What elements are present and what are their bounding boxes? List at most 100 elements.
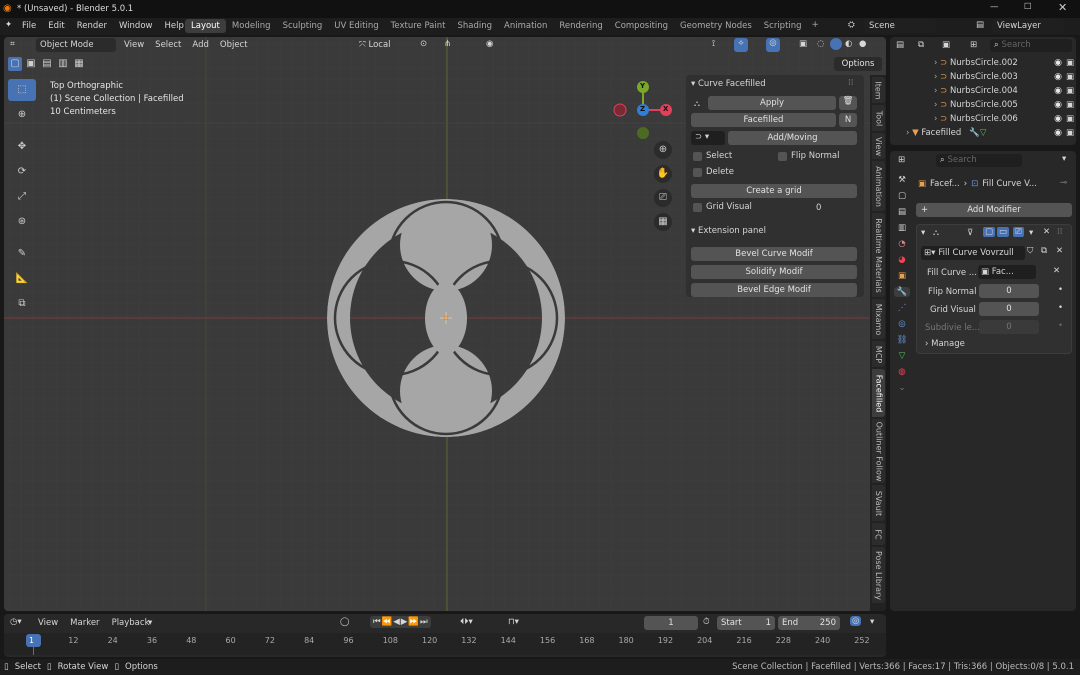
view-layer-tab-icon[interactable]: ▥ bbox=[898, 223, 906, 233]
output-tab-icon[interactable]: ▤ bbox=[898, 207, 906, 217]
close-icon[interactable]: ✕ bbox=[1058, 1, 1067, 14]
visibility-icon[interactable]: ◉ bbox=[1054, 128, 1062, 138]
blender-menu-icon[interactable]: ✦ bbox=[5, 20, 12, 30]
transform-icon[interactable]: ⊛ bbox=[8, 211, 36, 233]
delete-check-box[interactable] bbox=[693, 167, 702, 177]
viewport-3d[interactable]: ⌗ Object Mode View Select Add Object ⤧ L… bbox=[4, 37, 886, 611]
tab-realtime-materials[interactable]: Realtime Materials bbox=[872, 213, 885, 297]
vp-menu-select[interactable]: Select bbox=[155, 40, 181, 50]
visibility-icon[interactable]: ◉ bbox=[1054, 114, 1062, 124]
curve-type-select[interactable]: ⊃ ▾ bbox=[691, 131, 725, 145]
play-icon[interactable]: ▶ bbox=[401, 617, 408, 627]
current-frame-field[interactable]: 1 bbox=[644, 616, 698, 630]
gizmo-toggle-icon[interactable]: ⟟ bbox=[712, 39, 715, 49]
outliner-item[interactable]: › ⊃ NurbsCircle.003 ◉ ▣ bbox=[934, 72, 1074, 82]
shortcut-key[interactable]: N bbox=[839, 113, 857, 127]
tab-layout[interactable]: Layout bbox=[185, 19, 226, 33]
timeline-overlay-icon[interactable]: ◎ bbox=[850, 616, 862, 626]
add-workspace-icon[interactable]: + bbox=[808, 19, 823, 33]
pan-hand-icon[interactable]: ✋ bbox=[654, 165, 672, 183]
render-icon[interactable]: ▣ bbox=[1066, 114, 1074, 124]
vp-menu-object[interactable]: Object bbox=[220, 40, 248, 50]
tab-rendering[interactable]: Rendering bbox=[553, 19, 608, 33]
visibility-icon[interactable]: ◉ bbox=[1054, 86, 1062, 96]
modifier-drag-icon[interactable]: ⁞⁞ bbox=[1057, 227, 1062, 237]
fake-user-icon[interactable]: ⛉ bbox=[1027, 246, 1033, 256]
tab-tool[interactable]: Tool bbox=[872, 105, 885, 131]
outliner-mode-icon[interactable]: ⊞ bbox=[970, 40, 977, 50]
camera-icon[interactable]: ⎚ bbox=[654, 189, 672, 207]
flip-normal-check-box[interactable] bbox=[778, 151, 787, 161]
minimize-icon[interactable]: — bbox=[990, 2, 999, 12]
shading-wire-icon[interactable]: ◌ bbox=[817, 39, 824, 49]
tab-svault[interactable]: SVault bbox=[872, 485, 885, 521]
scene-field[interactable]: Scene bbox=[864, 19, 936, 33]
editor-type-icon[interactable]: ⌗ bbox=[10, 39, 15, 49]
node-group-field[interactable]: ⊞▾ Fill Curve Vovrzull bbox=[921, 246, 1025, 260]
tab-animation-side[interactable]: Animation bbox=[872, 161, 885, 211]
play-reverse-icon[interactable]: ◀ bbox=[393, 617, 400, 627]
tool-tab-icon[interactable]: ⚒ bbox=[898, 175, 906, 185]
outliner-filter-icon[interactable]: ⧉ bbox=[918, 40, 924, 50]
unlink-icon[interactable]: ✕ bbox=[1056, 246, 1063, 256]
apply-button[interactable]: Apply bbox=[708, 96, 836, 110]
delete-checkbox[interactable]: Delete bbox=[693, 167, 734, 177]
vp-menu-view[interactable]: View bbox=[124, 40, 144, 50]
move-icon[interactable]: ✥ bbox=[8, 136, 36, 158]
subdivide-keyframe-icon[interactable]: • bbox=[1058, 321, 1063, 331]
flip-normal-keyframe-icon[interactable]: • bbox=[1058, 285, 1063, 295]
render-icon[interactable]: ▣ bbox=[1066, 72, 1074, 82]
select-checkbox[interactable]: Select bbox=[693, 151, 732, 161]
modifier-delete-icon[interactable]: ✕ bbox=[1043, 227, 1050, 237]
select-subtract-icon[interactable]: ▤ bbox=[40, 57, 54, 71]
particles-tab-icon[interactable]: ⋰ bbox=[898, 303, 907, 313]
cage-toggle-icon[interactable]: ▢ bbox=[983, 227, 996, 237]
tab-outliner-follow[interactable]: Outliner Follow bbox=[872, 419, 885, 483]
select-extend-icon[interactable]: ▣ bbox=[24, 57, 38, 71]
edit-mode-toggle-icon[interactable]: ⊽ bbox=[967, 228, 973, 238]
proportional-icon[interactable]: ◉ bbox=[486, 39, 493, 49]
outliner-item[interactable]: › ⊃ NurbsCircle.006 ◉ ▣ bbox=[934, 114, 1074, 124]
overlays-icon[interactable]: ◎ bbox=[766, 38, 780, 52]
tab-mixamo[interactable]: Mixamo bbox=[872, 299, 885, 339]
select-new-icon[interactable]: ▢ bbox=[8, 57, 22, 71]
tab-pose-library[interactable]: Pose Library bbox=[872, 547, 885, 603]
select-intersect-icon[interactable]: ▦ bbox=[72, 57, 86, 71]
tab-compositing[interactable]: Compositing bbox=[609, 19, 674, 33]
keyframe-nav-icon[interactable]: ⏴⏵▾ bbox=[460, 617, 473, 627]
modifier-menu-icon[interactable]: ▾ bbox=[1029, 228, 1033, 238]
overlay-toggle-icon[interactable]: ⟡ bbox=[734, 38, 748, 52]
bevel-edge-button[interactable]: Bevel Edge Modif bbox=[691, 283, 857, 297]
grid-visual-keyframe-icon[interactable]: • bbox=[1058, 303, 1063, 313]
modifier-tab-icon[interactable]: 🔧 bbox=[893, 287, 911, 297]
flip-normal-field[interactable]: 0 bbox=[979, 284, 1039, 298]
visibility-icon[interactable]: ◉ bbox=[1054, 72, 1062, 82]
grid-visual-checkbox[interactable]: Grid Visual bbox=[693, 202, 752, 212]
tl-menu-playback[interactable]: Playback bbox=[112, 618, 150, 628]
xray-icon[interactable]: ▣ bbox=[799, 39, 807, 49]
outliner-item-facefilled[interactable]: › ▼ Facefilled 🔧 ▽ ◉ ▣ bbox=[906, 128, 1074, 138]
menu-render[interactable]: Render bbox=[77, 21, 107, 31]
menu-window[interactable]: Window bbox=[119, 21, 153, 31]
more-tabs-icon[interactable]: ⌄ bbox=[898, 383, 905, 393]
tab-modeling[interactable]: Modeling bbox=[226, 19, 277, 33]
select-invert-icon[interactable]: ▥ bbox=[56, 57, 70, 71]
render-icon[interactable]: ▣ bbox=[1066, 100, 1074, 110]
pin-icon[interactable]: ⊸ bbox=[1060, 178, 1067, 188]
measure-icon[interactable]: 📐 bbox=[8, 268, 36, 290]
render-tab-icon[interactable]: ▢ bbox=[898, 191, 906, 201]
menu-help[interactable]: Help bbox=[164, 21, 183, 31]
annotate-icon[interactable]: ✎ bbox=[8, 243, 36, 265]
mode-select[interactable]: Object Mode bbox=[36, 38, 116, 52]
tab-sculpting[interactable]: Sculpting bbox=[277, 19, 329, 33]
modifier-collapse-icon[interactable]: ▾ bbox=[921, 228, 925, 238]
fill-curve-field[interactable]: ▣ Fac... bbox=[978, 265, 1036, 279]
tab-geometry-nodes[interactable]: Geometry Nodes bbox=[674, 19, 758, 33]
properties-search[interactable]: ⌕ Search bbox=[936, 154, 1022, 167]
record-icon[interactable]: ◯ bbox=[340, 617, 350, 627]
view-layer-field[interactable]: ViewLayer bbox=[992, 19, 1064, 33]
transform-orientation[interactable]: ⤧ Local bbox=[356, 38, 412, 52]
view-layer-icon[interactable]: ▤ bbox=[976, 20, 984, 30]
world-tab-icon[interactable]: ◕ bbox=[898, 255, 905, 265]
ortho-grid-icon[interactable]: ▦ bbox=[654, 213, 672, 231]
